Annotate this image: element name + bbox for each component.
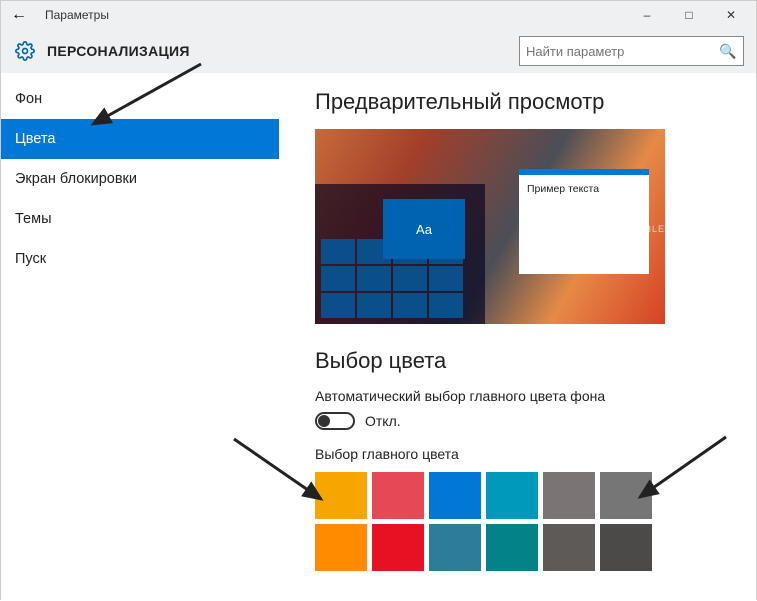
header: ПЕРСОНАЛИЗАЦИЯ 🔍 (1, 29, 756, 73)
preview-heading: Предварительный просмотр (315, 89, 756, 115)
main-color-label: Выбор главного цвета (315, 446, 756, 462)
maximize-button[interactable]: □ (668, 1, 710, 29)
color-swatch-0[interactable] (315, 472, 367, 519)
color-swatch-11[interactable] (600, 524, 652, 571)
preview-accent-text: Aa (416, 222, 432, 237)
preview-watermark: DIBLE (634, 224, 665, 234)
main-panel: Предварительный просмотр Aa Пример текст… (279, 73, 756, 601)
sidebar-item-lockscreen[interactable]: Экран блокировки (1, 159, 279, 199)
color-swatches (315, 472, 655, 571)
sidebar-item-background[interactable]: Фон (1, 79, 279, 119)
sidebar-item-start[interactable]: Пуск (1, 239, 279, 279)
section-title: ПЕРСОНАЛИЗАЦИЯ (37, 43, 190, 59)
preview-sample-text: Пример текста (527, 183, 599, 195)
search-box[interactable]: 🔍 (519, 36, 744, 66)
window-title: Параметры (33, 8, 109, 22)
sidebar-item-colors[interactable]: Цвета (1, 119, 279, 159)
toggle-state-label: Откл. (365, 413, 401, 429)
search-icon[interactable]: 🔍 (719, 43, 737, 60)
color-swatch-1[interactable] (372, 472, 424, 519)
close-button[interactable]: ✕ (710, 1, 752, 29)
search-input[interactable] (526, 44, 719, 59)
sidebar: Фон Цвета Экран блокировки Темы Пуск (1, 73, 279, 601)
preview-sample-window: Пример текста (519, 169, 649, 274)
back-button[interactable]: ← (5, 6, 33, 24)
color-swatch-4[interactable] (543, 472, 595, 519)
minimize-button[interactable]: – (626, 1, 668, 29)
sidebar-item-themes[interactable]: Темы (1, 199, 279, 239)
preview-accent-tile: Aa (383, 199, 465, 259)
color-swatch-8[interactable] (429, 524, 481, 571)
preview-thumbnail: Aa Пример текста DIBLE (315, 129, 665, 324)
auto-accent-toggle[interactable] (315, 412, 355, 430)
titlebar: ← Параметры – □ ✕ (1, 1, 756, 29)
color-swatch-7[interactable] (372, 524, 424, 571)
color-swatch-6[interactable] (315, 524, 367, 571)
color-swatch-5[interactable] (600, 472, 652, 519)
color-swatch-3[interactable] (486, 472, 538, 519)
color-swatch-2[interactable] (429, 472, 481, 519)
auto-accent-label: Автоматический выбор главного цвета фона (315, 388, 756, 404)
choose-color-heading: Выбор цвета (315, 348, 756, 374)
color-swatch-9[interactable] (486, 524, 538, 571)
color-swatch-10[interactable] (543, 524, 595, 571)
gear-icon (13, 39, 37, 63)
